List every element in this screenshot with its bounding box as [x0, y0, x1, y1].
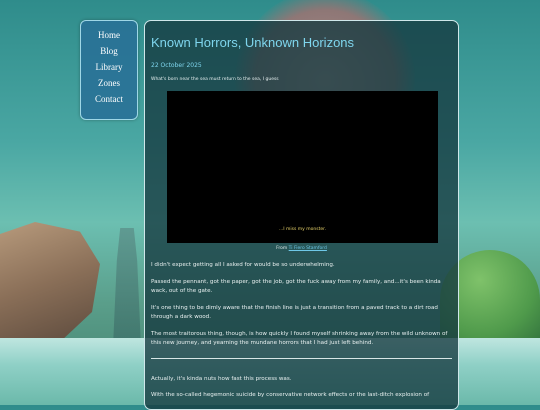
paragraph: I didn't expect getting all I asked for … — [151, 262, 335, 268]
paragraph: Passed the pennant, got the paper, got t… — [151, 278, 441, 295]
paragraph: Actually, it's kinda nuts how fast this … — [151, 375, 292, 382]
paragraph: With the so-called hegemonic suicide by … — [151, 392, 430, 398]
background-tower — [113, 228, 141, 338]
video-credit: From Ti Fiero Stamford — [151, 246, 452, 251]
nav-blog[interactable]: Blog — [100, 43, 118, 59]
nav-library[interactable]: Library — [96, 59, 123, 75]
credit-prefix: From — [276, 246, 288, 251]
post-subtitle: What's born near the sea must return to … — [151, 77, 279, 82]
credit-link[interactable]: Ti Fiero Stamford — [289, 246, 327, 251]
site-nav: Home Blog Library Zones Contact — [80, 20, 138, 120]
paragraph: The most traitorous thing, though, is ho… — [151, 330, 448, 347]
post-panel[interactable]: Known Horrors, Unknown Horizons 22 Octob… — [144, 20, 459, 410]
nav-zones[interactable]: Zones — [98, 75, 120, 91]
paragraph: It's one thing to be dimly aware that th… — [151, 304, 438, 321]
section-divider — [151, 357, 452, 359]
nav-home[interactable]: Home — [98, 27, 120, 43]
embedded-video[interactable]: ...I miss my monster. — [167, 91, 438, 243]
post-title: Known Horrors, Unknown Horizons — [151, 35, 355, 50]
video-subtitle: ...I miss my monster. — [278, 227, 326, 232]
post-date: 22 October 2025 — [151, 62, 202, 69]
background-rock — [0, 222, 100, 342]
nav-contact[interactable]: Contact — [95, 91, 123, 107]
